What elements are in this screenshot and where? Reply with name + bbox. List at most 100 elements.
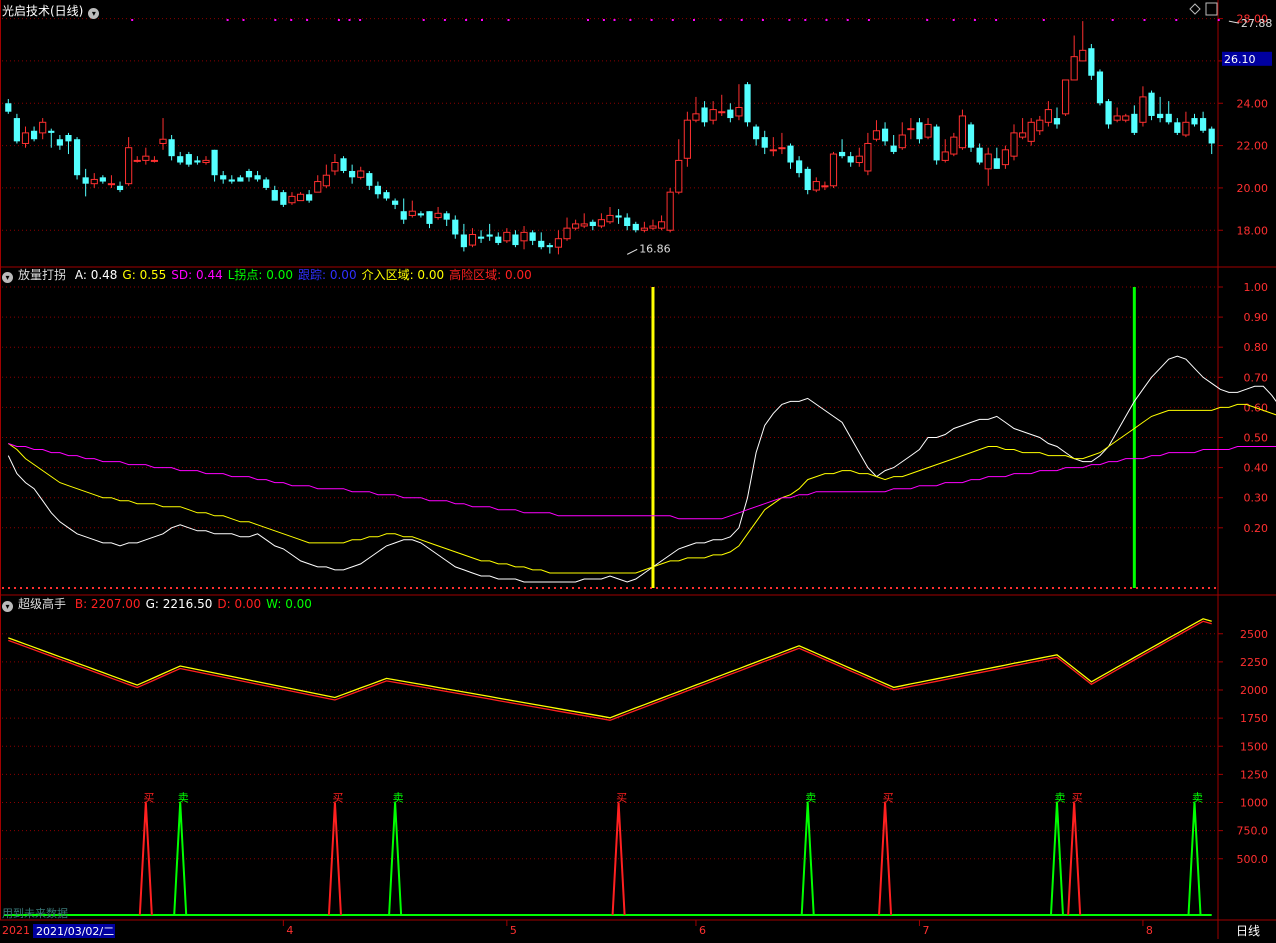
- signal-dot: [1217, 19, 1220, 21]
- candle-down: [976, 147, 983, 163]
- candle-down: [1131, 113, 1138, 133]
- signal-label-sell: 卖: [1054, 792, 1065, 805]
- signal-label-sell: 卖: [805, 792, 816, 805]
- candle-down: [263, 179, 270, 188]
- candle-down: [245, 170, 253, 178]
- price-panel-header: 光启技术(日线) ▾: [2, 3, 104, 19]
- x-tick-label: 7: [922, 924, 929, 937]
- candle-down: [254, 175, 261, 180]
- cursor-date-label: 2021/03/02/二: [36, 925, 114, 938]
- candle-down: [881, 128, 889, 142]
- indicator2-tick-label: 1750: [1240, 712, 1268, 725]
- indicator2-tick-label: 1000: [1240, 797, 1268, 810]
- candle-down: [804, 168, 811, 191]
- chevron-down-icon[interactable]: ▾: [2, 272, 13, 283]
- candle-down: [426, 211, 433, 224]
- indicator2-header: ▾ 超级高手 B: 2207.00 G: 2216.50 D: 0.00 W: 0.00: [2, 596, 322, 612]
- current-price-label: 26.10: [1224, 53, 1256, 66]
- candle-up: [1182, 121, 1190, 136]
- candle-down: [477, 236, 485, 239]
- future-data-note: 用到未来数据: [2, 906, 68, 920]
- signal-dot: [650, 19, 653, 21]
- indicator1-value-6: 高险区域: 0.00: [449, 268, 532, 282]
- candle-down: [185, 154, 192, 165]
- candle-up: [563, 227, 571, 240]
- chevron-down-icon[interactable]: ▾: [88, 8, 100, 19]
- signal-dot: [995, 19, 998, 21]
- candle-up: [150, 159, 159, 162]
- candle-down: [495, 236, 502, 243]
- candle-down: [632, 223, 639, 231]
- candle-up: [958, 115, 967, 149]
- candle-down: [753, 126, 760, 140]
- candle-up: [39, 121, 47, 134]
- candle-up: [1139, 96, 1147, 123]
- chevron-down-icon[interactable]: ▾: [2, 601, 13, 612]
- candle-up: [907, 128, 915, 131]
- candle-up: [812, 181, 820, 191]
- candle-down: [787, 145, 794, 163]
- candle-up: [580, 223, 588, 227]
- candle-up: [554, 238, 563, 248]
- candle-down: [56, 139, 63, 146]
- signal-dot: [359, 19, 362, 21]
- signal-dot: [1042, 19, 1045, 21]
- indicator1-value-2: SD: 0.44: [171, 268, 223, 282]
- signal-dot: [719, 19, 722, 21]
- candle-down: [624, 217, 631, 227]
- price-annotation: 16.86: [639, 242, 671, 255]
- candle-down: [1053, 118, 1061, 125]
- indicator1-value-5: 介入区域: 0.00: [361, 268, 445, 282]
- x-tick-label: 6: [699, 924, 706, 937]
- candle-up: [984, 153, 992, 170]
- candle-up: [288, 195, 296, 204]
- candle-up: [314, 181, 322, 193]
- signal-dot: [671, 19, 674, 21]
- signal-dot: [1143, 19, 1146, 21]
- signal-dot: [761, 19, 764, 21]
- candle-down: [546, 245, 553, 248]
- year-fragment: 2021: [2, 924, 30, 937]
- price-panel-title: 光启技术(日线): [2, 4, 84, 18]
- candle-up: [159, 138, 167, 144]
- candle-up: [924, 123, 932, 138]
- indicator2-tick-label: 500.0: [1237, 853, 1269, 866]
- price-tick-label: 20.00: [1237, 182, 1269, 195]
- candle-up: [331, 162, 339, 172]
- candle-up: [597, 219, 605, 227]
- candle-up: [1044, 109, 1052, 123]
- indicator2-tick-label: 2500: [1240, 628, 1268, 641]
- candle-down: [701, 107, 708, 123]
- candle-down: [116, 185, 124, 191]
- signal-dot: [306, 19, 309, 21]
- indicator2-line-G: [8, 618, 1212, 719]
- candle-up: [718, 111, 726, 114]
- signal-dot: [629, 19, 632, 21]
- chart-canvas[interactable]: 28.0026.0024.0022.0020.0018.0027.8816.86…: [0, 0, 1276, 939]
- indicator2-tick-label: 750.0: [1237, 825, 1269, 838]
- candle-up: [778, 147, 786, 150]
- candle-up: [1061, 79, 1070, 115]
- candle-down: [538, 240, 545, 248]
- candle-down: [452, 219, 459, 235]
- candle-down: [392, 200, 399, 205]
- signal-dot: [274, 19, 277, 21]
- indicator2-tick-label: 2000: [1240, 684, 1268, 697]
- indicator2-value-0: B: 2207.00: [74, 597, 141, 611]
- signal-label-buy: 买: [1072, 792, 1083, 805]
- candle-down: [1174, 122, 1181, 133]
- signal-label-buy: 买: [143, 792, 154, 805]
- price-annotation: 27.88: [1241, 17, 1273, 30]
- candle-down: [967, 124, 975, 148]
- candle-down: [280, 192, 287, 205]
- candle-up: [941, 151, 949, 161]
- candle-down: [796, 160, 803, 174]
- signal-dot: [740, 19, 743, 21]
- signal-label-buy: 买: [332, 792, 343, 805]
- signal-spike-sell: [1049, 802, 1064, 916]
- candle-up: [1036, 119, 1044, 132]
- signal-dot: [952, 19, 955, 21]
- indicator2-value-1: G: 2216.50: [145, 597, 213, 611]
- candle-down: [1165, 113, 1172, 123]
- indicator1-value-0: A: 0.48: [74, 268, 118, 282]
